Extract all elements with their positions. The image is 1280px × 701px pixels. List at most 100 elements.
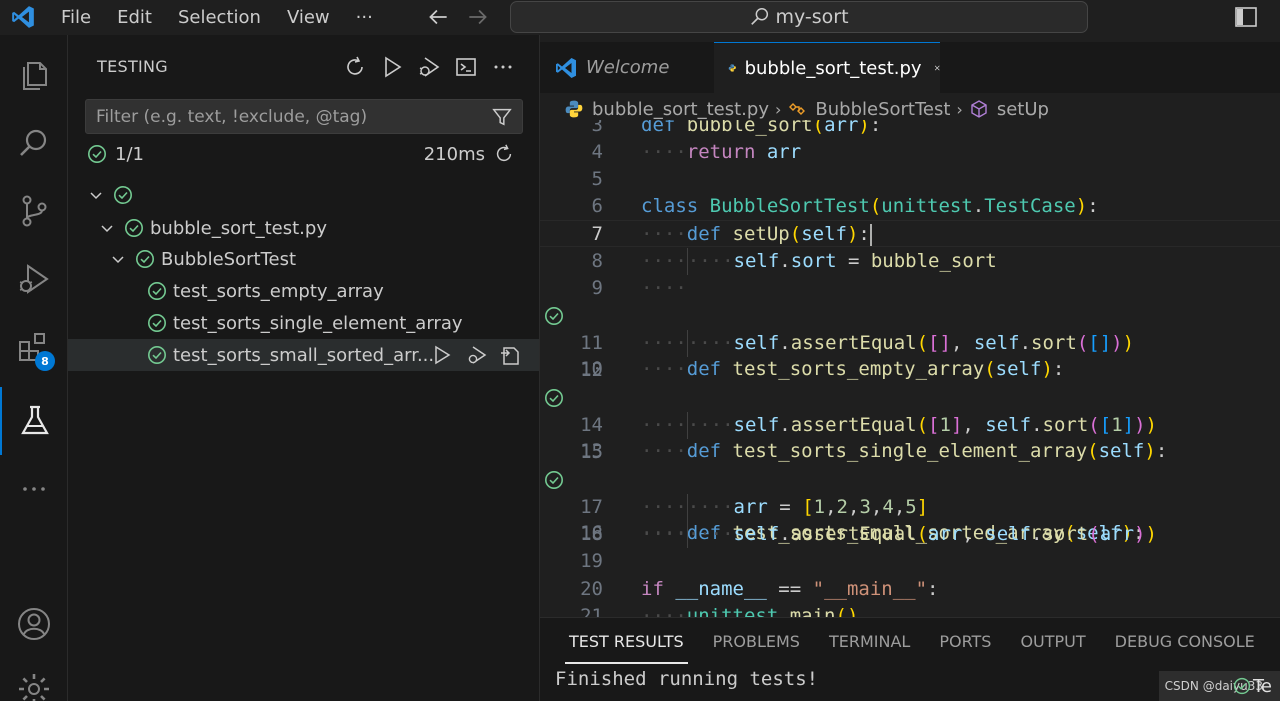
code-line: 11 ········self.assertEqual([], self.sort…	[540, 330, 1280, 357]
show-output-icon[interactable]	[454, 55, 478, 79]
editor-tabs: Welcome bubble_sort_test.py	[540, 42, 1280, 93]
close-icon[interactable]	[934, 59, 940, 77]
menu-view[interactable]: View	[274, 7, 343, 28]
panel-tabs: TEST RESULTS PROBLEMS TERMINAL PORTS OUT…	[540, 618, 1255, 664]
manage-activity[interactable]	[0, 655, 68, 701]
chevron-right-icon: ›	[774, 99, 782, 119]
more-actions-icon[interactable]	[491, 55, 515, 79]
tree-item-test-class[interactable]: BubbleSortTest	[68, 243, 539, 275]
menu-selection[interactable]: Selection	[165, 7, 274, 28]
back-arrow-icon[interactable]	[425, 4, 451, 30]
debug-all-tests-icon[interactable]	[417, 55, 441, 79]
test-filter-input[interactable]	[86, 100, 486, 133]
breadcrumb-class[interactable]: BubbleSortTest	[815, 99, 950, 120]
code-line: 9 ····	[540, 275, 1280, 302]
line-number: 18	[580, 523, 603, 545]
line-number: 7	[591, 223, 603, 245]
code-line: 5	[540, 166, 1280, 193]
accounts-activity[interactable]	[0, 590, 68, 658]
menu-file[interactable]: File	[48, 7, 104, 28]
line-number: 5	[591, 168, 603, 190]
explorer-activity[interactable]	[0, 41, 68, 109]
vscode-logo-icon	[556, 57, 576, 78]
chevron-down-icon[interactable]	[98, 219, 116, 237]
menu-edit[interactable]: Edit	[104, 7, 165, 28]
python-file-icon	[565, 100, 583, 118]
passed-check-icon	[125, 219, 143, 237]
python-file-icon	[728, 64, 736, 72]
passed-check-icon[interactable]	[544, 306, 564, 326]
search-activity[interactable]	[0, 109, 68, 177]
tab-label: bubble_sort_test.py	[744, 57, 922, 79]
filter-icon[interactable]	[491, 106, 513, 128]
rerun-icon[interactable]	[493, 143, 515, 165]
source-control-icon	[22, 195, 47, 227]
source-control-activity[interactable]	[0, 177, 68, 245]
breadcrumb-file[interactable]: bubble_sort_test.py	[592, 99, 769, 120]
tab-bubble-sort-test[interactable]: bubble_sort_test.py	[714, 42, 940, 93]
tab-terminal[interactable]: TERMINAL	[829, 618, 910, 664]
line-number: 20	[580, 578, 603, 600]
testing-activity[interactable]	[0, 387, 68, 455]
debug-test-icon[interactable]	[465, 344, 487, 366]
line-number: 8	[591, 250, 603, 272]
tab-output[interactable]: OUTPUT	[1020, 618, 1085, 664]
go-to-test-icon[interactable]	[499, 344, 521, 366]
line-number: 11	[580, 332, 603, 354]
code-editor[interactable]: 3 def bubble_sort(arr): 4 ····return arr 5…	[540, 120, 1280, 617]
tab-test-results[interactable]: TEST RESULTS	[565, 618, 688, 664]
run-all-tests-icon[interactable]	[380, 55, 404, 79]
command-center-search[interactable]: my-sort	[510, 1, 1088, 33]
search-icon	[20, 129, 47, 156]
chevron-down-icon[interactable]	[109, 250, 127, 268]
refresh-tests-icon[interactable]	[343, 55, 367, 79]
breadcrumb-method[interactable]: setUp	[997, 99, 1049, 120]
watermark: CSDN @daiyu33 Te	[1158, 671, 1280, 701]
toggle-sidebar-icon[interactable]	[1234, 6, 1258, 28]
menu-bar: File Edit Selection View ···	[48, 0, 386, 35]
code-line: 17 ········arr = [1,2,3,4,5]	[540, 494, 1280, 521]
tree-item-label: test_sorts_small_sorted_arr...	[173, 344, 435, 366]
tree-item-test-case[interactable]: test_sorts_single_element_array	[68, 307, 539, 339]
passed-check-icon[interactable]	[544, 388, 564, 408]
menu-more[interactable]: ···	[343, 7, 386, 28]
line-number: 9	[591, 277, 603, 299]
chevron-right-icon: ›	[956, 99, 963, 119]
testing-sidebar: TESTING 1/1 210ms bubble_sort_test.py Bu…	[68, 35, 540, 701]
code-line: 16 ····def test_sorts_small_sorted_array(…	[540, 466, 1280, 544]
code-line: 12	[540, 357, 1280, 384]
passed-check-icon	[148, 282, 166, 300]
line-number: 3	[591, 120, 603, 136]
tree-item-test-case[interactable]: test_sorts_empty_array	[68, 275, 539, 307]
test-filter-box	[85, 99, 523, 134]
passed-check-icon	[148, 314, 166, 332]
passed-check-icon	[88, 145, 106, 163]
chevron-down-icon[interactable]	[87, 186, 105, 204]
run-debug-activity[interactable]	[0, 245, 68, 313]
flask-icon	[21, 405, 49, 435]
code-line: 6 class BubbleSortTest(unittest.TestCase)…	[540, 193, 1280, 220]
run-test-icon[interactable]	[431, 344, 453, 366]
extensions-activity[interactable]: 8	[0, 313, 68, 381]
code-line: 21 ····unittest.main()	[540, 603, 1280, 617]
more-activity[interactable]	[0, 455, 68, 523]
tab-welcome[interactable]: Welcome	[540, 42, 712, 93]
tree-item-test-file[interactable]: bubble_sort_test.py	[68, 212, 539, 244]
line-number: 14	[580, 414, 603, 436]
forward-arrow-icon[interactable]	[465, 4, 491, 30]
tab-problems[interactable]: PROBLEMS	[713, 618, 800, 664]
tree-item-test-case-selected[interactable]: test_sorts_small_sorted_arr...	[68, 339, 539, 371]
tab-debug-console[interactable]: DEBUG CONSOLE	[1115, 618, 1255, 664]
code-line: 8 ········self.sort = bubble_sort	[540, 248, 1280, 275]
class-symbol-icon	[789, 103, 806, 115]
code-line: 3 def bubble_sort(arr):	[540, 120, 1280, 139]
tree-item-root[interactable]	[68, 179, 539, 211]
bottom-panel: TEST RESULTS PROBLEMS TERMINAL PORTS OUT…	[540, 617, 1280, 701]
tab-ports[interactable]: PORTS	[939, 618, 991, 664]
passed-check-icon[interactable]	[544, 470, 564, 490]
test-duration: 210ms	[423, 143, 485, 165]
tab-label: Welcome	[586, 57, 670, 78]
navigation-arrows	[425, 4, 491, 30]
text-cursor	[869, 223, 872, 246]
method-symbol-icon	[971, 100, 987, 118]
